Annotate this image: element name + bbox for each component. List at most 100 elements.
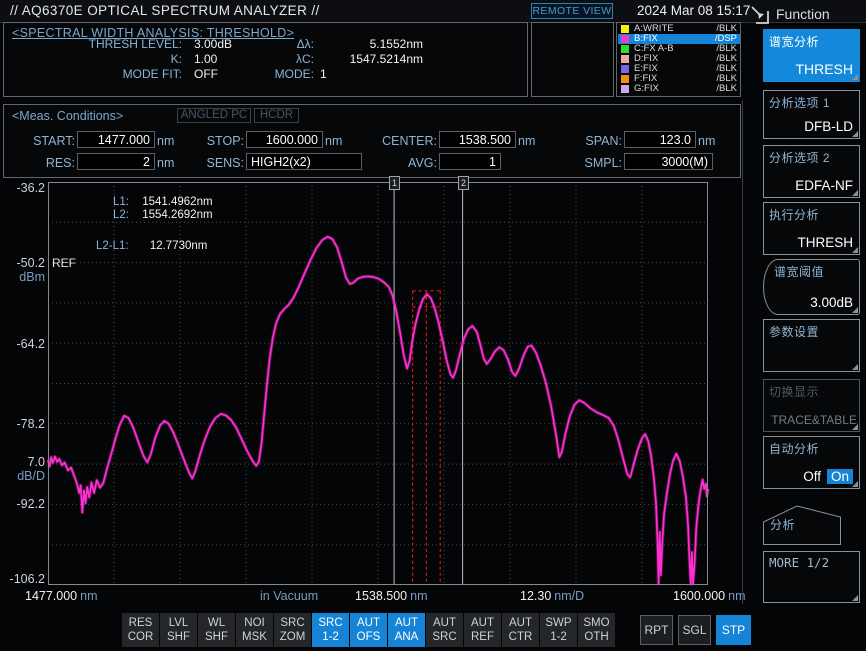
- start-value: 1477.000: [98, 133, 150, 147]
- avg-value: 1: [489, 155, 496, 169]
- angled-pc-badge: ANGLED PC: [177, 108, 251, 123]
- toolbar-noi-msk[interactable]: NOIMSK: [236, 613, 273, 647]
- toolbar-src-zom[interactable]: SRC ZOM: [274, 613, 311, 647]
- app-title: // AQ6370E OPTICAL SPECTRUM ANALYZER //: [10, 3, 320, 18]
- smpl-label: SMPL:: [562, 156, 622, 170]
- fn-btn-analysis-label: 分析: [770, 516, 795, 533]
- toolbar-res-cor[interactable]: RESCOR: [122, 613, 159, 647]
- k-label: K:: [24, 52, 182, 66]
- toolbar-aut-src-l1: AUT: [433, 617, 456, 629]
- l2-value: 1554.2692nm: [142, 209, 212, 221]
- span-value: 123.0: [660, 133, 691, 147]
- ytick-0: -36.2: [0, 181, 45, 195]
- toolbar-lvl-shf[interactable]: LVLSHF: [160, 613, 197, 647]
- fn-btn-spectral-width-value: THRESH: [795, 61, 853, 77]
- datetime: 2024 Mar 08 15:17: [637, 3, 750, 18]
- toolbar-aut-ctr[interactable]: AUT CTR: [502, 613, 539, 647]
- osa-screen: // AQ6370E OPTICAL SPECTRUM ANALYZER // …: [0, 0, 866, 651]
- x-center-unit: nm: [410, 589, 427, 603]
- toolbar-smo-oth[interactable]: SMOOTH: [578, 613, 615, 647]
- fn-btn-auto-analysis[interactable]: 自动分析 OffOn: [763, 436, 860, 489]
- ytick-1: -50.2: [0, 256, 45, 270]
- span-field[interactable]: 123.0: [624, 131, 696, 148]
- toolbar-aut-ref[interactable]: AUTREF: [464, 613, 501, 647]
- function-menu-icon: [749, 5, 771, 25]
- x-right-value: 1600.000: [673, 589, 725, 603]
- toolbar-aut-src[interactable]: AUTSRC: [426, 613, 463, 647]
- start-unit: nm: [157, 134, 174, 148]
- trace-row-g[interactable]: G:FIX /BLK: [618, 84, 740, 94]
- toolbar-res-cor-l1: RES: [129, 617, 153, 629]
- lambda-c-label: λC:: [242, 52, 314, 66]
- stop-field[interactable]: 1600.000: [246, 131, 323, 148]
- toolbar-src-zom-l2: ZOM: [280, 631, 306, 643]
- sweep-sgl-button[interactable]: SGL: [678, 615, 711, 645]
- mode-label: MODE:: [242, 67, 314, 81]
- fn-btn-parameter-setting[interactable]: 参数设置: [763, 319, 860, 372]
- res-unit: nm: [157, 156, 174, 170]
- k-value: 1.00: [194, 52, 217, 66]
- fn-btn-analysis-option-1-label: 分析选项 1: [769, 94, 830, 111]
- l1-annotation: L1: 1541.4962nm: [113, 196, 213, 208]
- center-field[interactable]: 1538.500: [439, 131, 516, 148]
- l2-l1-label: L2-L1:: [96, 240, 129, 252]
- toolbar-lvl-shf-l2: SHF: [167, 631, 190, 643]
- toolbar-aut-ofs-l2: OFS: [357, 631, 381, 643]
- fn-btn-execute-analysis[interactable]: 执行分析 THRESH: [763, 202, 860, 255]
- toolbar-smo-oth-l1: SMO: [583, 617, 609, 629]
- auto-analysis-off[interactable]: Off: [803, 469, 821, 484]
- avg-field[interactable]: 1: [439, 153, 501, 170]
- fn-btn-width-threshold-value: 3.00dB: [810, 295, 853, 310]
- avg-label: AVG:: [377, 156, 437, 170]
- sens-field[interactable]: HIGH2(x2): [246, 153, 362, 170]
- toolbar-swp-1-2[interactable]: SWP1-2: [540, 613, 577, 647]
- y-scale-value: 7.0: [0, 455, 45, 469]
- fn-btn-more[interactable]: MORE 1/2: [763, 551, 860, 603]
- fn-btn-analysis-option-1[interactable]: 分析选项 1 DFB-LD: [763, 90, 860, 139]
- toolbar-wl-shf-l1: WL: [208, 617, 225, 629]
- remote-view-badge: REMOTE VIEW: [531, 3, 613, 19]
- trace-a-swatch: [621, 25, 629, 33]
- l1-label: L1:: [113, 196, 139, 208]
- toolbar-wl-shf[interactable]: WLSHF: [198, 613, 235, 647]
- marker-2-flag[interactable]: 2: [458, 176, 469, 190]
- toolbar-aut-ctr-l1: AUT: [509, 617, 532, 629]
- trace-d-swatch: [621, 55, 629, 63]
- toolbar-aut-ctr-l2: CTR: [509, 631, 533, 643]
- toolbar-src-1-2-l1: SRC: [318, 617, 342, 629]
- start-field[interactable]: 1477.000: [77, 131, 155, 148]
- x-left-value: 1477.000: [25, 589, 77, 603]
- legend-spacer-panel: [531, 22, 614, 97]
- fn-btn-execute-analysis-label: 执行分析: [769, 206, 819, 223]
- ytick-5: -106.2: [0, 572, 45, 586]
- toolbar-src-1-2[interactable]: SRC1-2: [312, 613, 349, 647]
- trace-b-swatch: [621, 35, 629, 43]
- toolbar-aut-ana[interactable]: AUTANA: [388, 613, 425, 647]
- toolbar-src-zom-l1: SRC: [280, 617, 304, 629]
- fn-btn-width-threshold-label: 谱宽阈值: [774, 263, 824, 280]
- fn-btn-switch-display-value: TRACE&TABLE: [771, 413, 857, 427]
- fn-btn-auto-analysis-toggle[interactable]: Off On: [803, 469, 853, 484]
- toolbar-aut-ana-l1: AUT: [395, 617, 418, 629]
- sweep-rpt-button[interactable]: RPT: [640, 615, 673, 645]
- auto-analysis-on[interactable]: On: [827, 469, 853, 484]
- fn-btn-spectral-width[interactable]: 谱宽分析 THRESH: [763, 29, 860, 82]
- fn-btn-analysis-option-2[interactable]: 分析选项 2 EDFA-NF: [763, 145, 860, 198]
- x-scale-label: 12.30nm/D: [520, 589, 584, 603]
- toolbar-aut-ofs[interactable]: AUTOFS: [350, 613, 387, 647]
- trace-f-swatch: [621, 75, 629, 83]
- title-bar: // AQ6370E OPTICAL SPECTRUM ANALYZER // …: [0, 0, 866, 23]
- center-value: 1538.500: [459, 133, 511, 147]
- stop-unit: nm: [325, 134, 342, 148]
- toolbar-aut-ref-l2: REF: [471, 631, 494, 643]
- marker-1-flag[interactable]: 1: [389, 176, 400, 190]
- fn-btn-width-threshold[interactable]: 谱宽阈值 3.00dB: [763, 259, 860, 315]
- sweep-stp-button[interactable]: STP: [716, 615, 751, 645]
- res-label: RES:: [15, 156, 75, 170]
- smpl-field[interactable]: 3000(M): [624, 153, 713, 170]
- res-field[interactable]: 2: [77, 153, 155, 170]
- trace-legend: A:WRITE /BLK B:FIX /DSP C:FX A-B /BLK D:…: [616, 22, 741, 97]
- hcdr-badge: HCDR: [254, 108, 299, 123]
- function-menu-header: Function: [776, 6, 830, 22]
- trace-e-swatch: [621, 65, 629, 73]
